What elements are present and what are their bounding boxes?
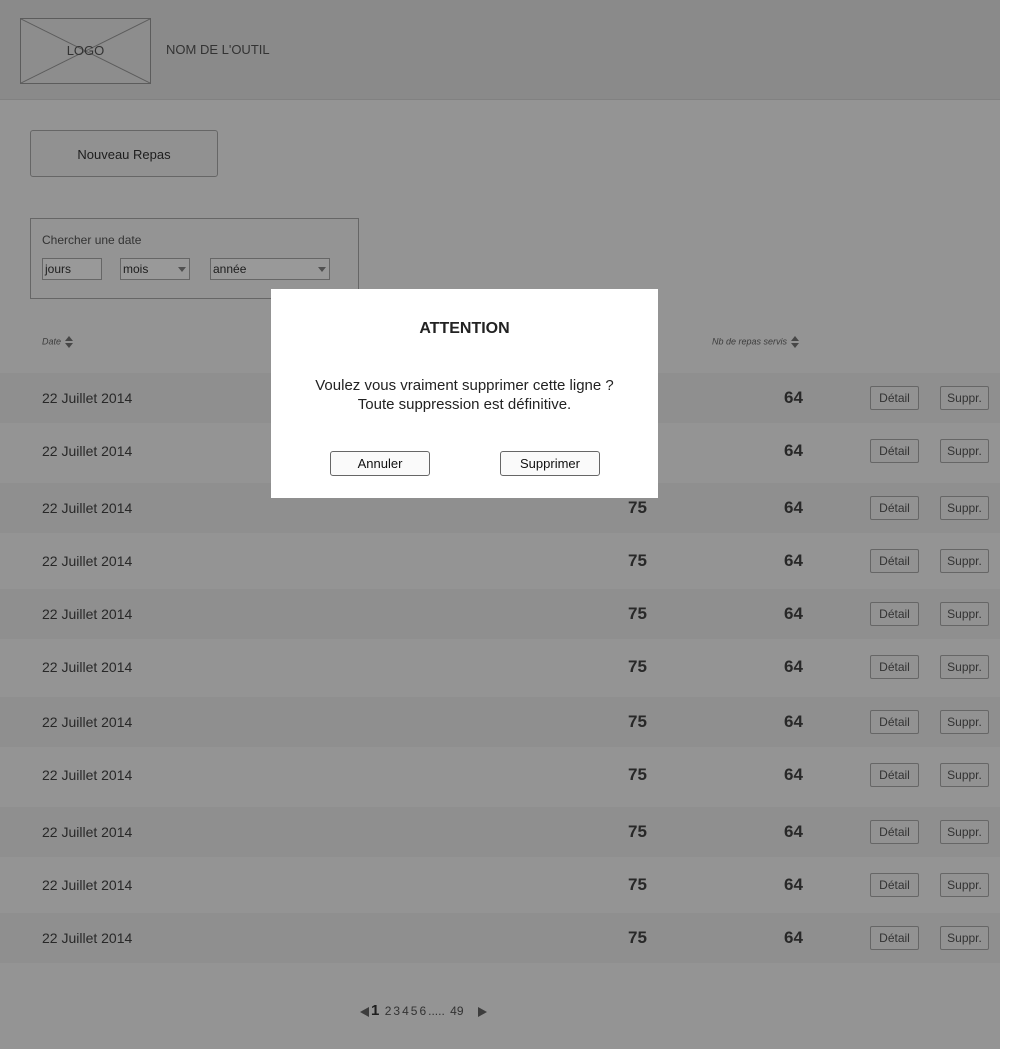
dialog-message-line2: Toute suppression est définitive. (357, 396, 572, 413)
dialog-message: Voulez vous vraiment supprimer cette lig… (271, 376, 658, 414)
dialog-message-line1: Voulez vous vraiment supprimer cette lig… (315, 377, 614, 394)
delete-confirm-dialog: ATTENTION Voulez vous vraiment supprimer… (271, 289, 658, 498)
dialog-title: ATTENTION (419, 320, 510, 337)
delete-button[interactable]: Supprimer (500, 451, 600, 476)
modal-backdrop[interactable] (0, 0, 1000, 1049)
page: LOGO NOM DE L'OUTIL Nouveau Repas Cherch… (0, 0, 1000, 1049)
cancel-button[interactable]: Annuler (330, 451, 430, 476)
